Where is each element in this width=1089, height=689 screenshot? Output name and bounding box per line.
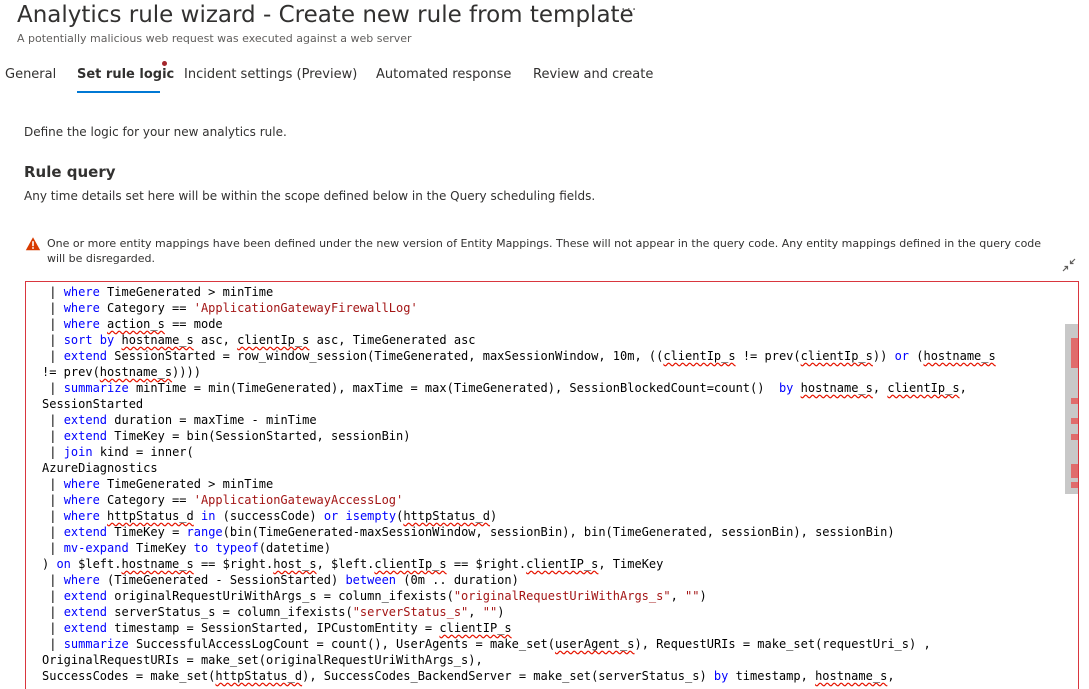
code-line: | where action_s == mode [42, 317, 223, 331]
code-line: SessionStarted [42, 397, 144, 411]
code-line: | where Category == 'ApplicationGatewayF… [42, 301, 418, 315]
code-line: OriginalRequestURIs = make_set(originalR… [42, 653, 483, 667]
code-line: | summarize minTime = min(TimeGenerated)… [42, 381, 967, 395]
rule-query-heading: Rule query [24, 163, 116, 181]
query-code[interactable]: | where TimeGenerated > minTime | where … [42, 284, 996, 684]
code-line: | where (TimeGenerated - SessionStarted)… [42, 573, 519, 587]
page-subtitle: A potentially malicious web request was … [17, 32, 412, 45]
code-line: | extend TimeKey = bin(SessionStarted, s… [42, 429, 411, 443]
code-line: | where TimeGenerated > minTime [42, 477, 274, 491]
tab-review-and-create[interactable]: Review and create [533, 66, 653, 84]
code-line: SuccessCodes = make_set(httpStatus_d), S… [42, 669, 895, 683]
code-line: | extend SessionStarted = row_window_ses… [42, 349, 996, 363]
ellipsis-icon[interactable]: ··· [621, 2, 637, 18]
intro-text: Define the logic for your new analytics … [24, 125, 287, 139]
code-line: AzureDiagnostics [42, 461, 158, 475]
code-line: | extend TimeKey = range(bin(TimeGenerat… [42, 525, 895, 539]
code-line: | where TimeGenerated > minTime [42, 285, 274, 299]
warning-triangle-icon [25, 237, 41, 251]
error-marker [1071, 482, 1078, 488]
code-line: != prev(hostname_s)))) [42, 365, 201, 379]
code-line: | sort by hostname_s asc, clientIp_s asc… [42, 333, 476, 347]
tab-set-rule-logic[interactable]: Set rule logic [77, 66, 174, 84]
tab-automated-response[interactable]: Automated response [376, 66, 511, 84]
code-line: | mv-expand TimeKey to typeof(datetime) [42, 541, 332, 555]
rule-query-description: Any time details set here will be within… [24, 189, 596, 203]
code-line: | where Category == 'ApplicationGatewayA… [42, 493, 404, 507]
code-line: | extend originalRequestUriWithArgs_s = … [42, 589, 707, 603]
error-marker [1071, 398, 1078, 404]
page-title: Analytics rule wizard - Create new rule … [17, 2, 634, 28]
tab-error-dot [162, 61, 167, 66]
code-line: | join kind = inner( [42, 445, 194, 459]
tab-general[interactable]: General [5, 66, 56, 84]
entity-mapping-warning: One or more entity mappings have been de… [47, 237, 1042, 265]
rule-query-editor[interactable]: | where TimeGenerated > minTime | where … [25, 281, 1079, 689]
code-line: | summarize SuccessfulAccessLogCount = c… [42, 637, 931, 651]
error-marker [1071, 418, 1078, 424]
error-marker [1071, 464, 1078, 478]
error-marker [1071, 338, 1078, 368]
code-line: ) on $left.hostname_s == $right.host_s, … [42, 557, 664, 571]
code-line: | extend timestamp = SessionStarted, IPC… [42, 621, 512, 635]
error-marker [1071, 434, 1078, 440]
code-line: | extend duration = maxTime - minTime [42, 413, 317, 427]
code-line: | where httpStatus_d in (successCode) or… [42, 509, 498, 523]
active-tab-indicator [77, 91, 160, 93]
code-line: | extend serverStatus_s = column_ifexist… [42, 605, 505, 619]
tab-incident-settings[interactable]: Incident settings (Preview) [184, 66, 357, 84]
collapse-arrows-icon[interactable] [1062, 258, 1076, 272]
